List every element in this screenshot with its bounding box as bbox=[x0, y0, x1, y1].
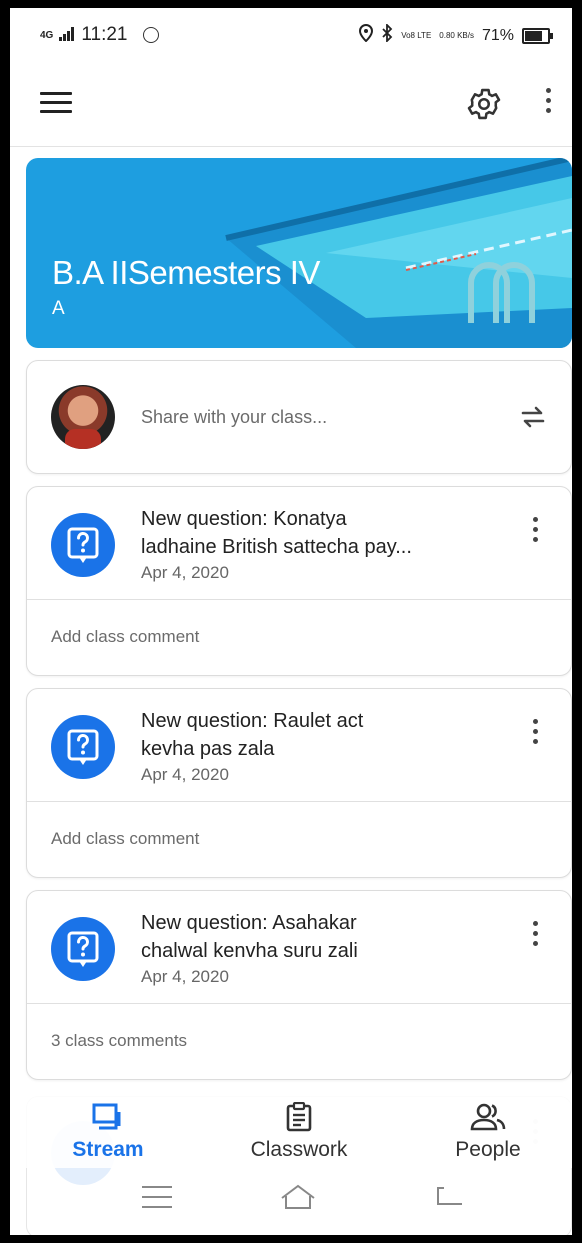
people-icon bbox=[470, 1103, 506, 1131]
share-input[interactable]: Share with your class... bbox=[141, 407, 327, 428]
post-more-icon[interactable] bbox=[525, 517, 545, 551]
post-card: New question: Konatya ladhaine British s… bbox=[26, 486, 572, 676]
battery-fill bbox=[525, 30, 543, 41]
menu-icon[interactable] bbox=[40, 92, 72, 116]
post-title-line2: kevha pas zala bbox=[141, 738, 275, 760]
add-comment-link[interactable]: Add class comment bbox=[51, 627, 199, 647]
home-icon[interactable] bbox=[278, 1182, 318, 1217]
nav-people[interactable]: People bbox=[450, 1090, 526, 1168]
post-date: Apr 4, 2020 bbox=[141, 563, 229, 582]
bluetooth-icon bbox=[381, 22, 393, 47]
status-time: 11:21 bbox=[81, 24, 128, 45]
question-icon bbox=[51, 513, 115, 577]
repost-icon[interactable] bbox=[517, 401, 549, 433]
post-title: New question: Konatya ladhaine British s… bbox=[141, 505, 501, 561]
post-title-line1: New question: Asahakar bbox=[141, 912, 357, 934]
status-bar: 4G 11:21 Vo8 LTE 0.80 KB/s 71% bbox=[10, 8, 572, 60]
post-title: New question: Raulet act kevha pas zala bbox=[141, 707, 501, 763]
card-divider bbox=[27, 1003, 571, 1004]
post-more-icon[interactable] bbox=[525, 719, 545, 753]
post-header[interactable]: New question: Konatya ladhaine British s… bbox=[27, 487, 571, 599]
class-banner[interactable]: B.A IISemesters IV A bbox=[26, 158, 572, 348]
status-left: 4G 11:21 bbox=[40, 24, 160, 46]
question-icon bbox=[51, 715, 115, 779]
settings-icon[interactable] bbox=[465, 85, 503, 123]
class-comments-link[interactable]: 3 class comments bbox=[51, 1031, 187, 1051]
post-header[interactable]: New question: Asahakar chalwal kenvha su… bbox=[27, 891, 571, 1003]
nav-stream[interactable]: Stream bbox=[66, 1090, 150, 1168]
post-title-line2: ladhaine British sattecha pay... bbox=[141, 536, 412, 558]
battery-icon bbox=[522, 27, 553, 44]
post-date: Apr 4, 2020 bbox=[141, 765, 229, 784]
status-right: Vo8 LTE 0.80 KB/s 71% bbox=[359, 22, 553, 47]
nav-classwork[interactable]: Classwork bbox=[240, 1090, 358, 1168]
app-bar bbox=[10, 70, 572, 140]
classwork-icon bbox=[286, 1102, 312, 1132]
post-more-icon[interactable] bbox=[525, 921, 545, 955]
post-header[interactable]: New question: Raulet act kevha pas zala … bbox=[27, 689, 571, 801]
whatsapp-icon bbox=[143, 27, 160, 43]
class-section: A bbox=[52, 298, 65, 319]
post-title-line1: New question: Konatya bbox=[141, 508, 347, 530]
volte-indicator: Vo8 LTE bbox=[401, 30, 432, 40]
nav-classwork-label: Classwork bbox=[250, 1138, 348, 1161]
back-icon[interactable] bbox=[434, 1184, 466, 1215]
network-speed: 0.80 KB/s bbox=[439, 30, 474, 40]
signal-icon bbox=[59, 25, 75, 46]
location-icon bbox=[359, 23, 374, 47]
network-indicator: 4G bbox=[40, 29, 54, 41]
add-comment-link[interactable]: Add class comment bbox=[51, 829, 199, 849]
post-title-line1: New question: Raulet act bbox=[141, 710, 364, 732]
recent-apps-icon[interactable] bbox=[142, 1186, 172, 1210]
app-bar-divider bbox=[10, 146, 572, 147]
post-card: New question: Asahakar chalwal kenvha su… bbox=[26, 890, 572, 1080]
avatar bbox=[51, 385, 115, 449]
system-nav-bar bbox=[10, 1178, 572, 1235]
phone-screen: 4G 11:21 Vo8 LTE 0.80 KB/s 71% B.A IISem… bbox=[10, 8, 572, 1235]
question-icon bbox=[51, 917, 115, 981]
battery-percent: 71% bbox=[481, 26, 514, 44]
post-date: Apr 4, 2020 bbox=[141, 967, 229, 986]
post-card: New question: Raulet act kevha pas zala … bbox=[26, 688, 572, 878]
nav-people-label: People bbox=[455, 1138, 521, 1161]
post-title: New question: Asahakar chalwal kenvha su… bbox=[141, 909, 501, 965]
card-divider bbox=[27, 801, 571, 802]
post-title-line2: chalwal kenvha suru zali bbox=[141, 940, 358, 962]
more-vert-icon[interactable] bbox=[538, 88, 558, 122]
class-title: B.A IISemesters IV bbox=[52, 254, 320, 291]
card-divider bbox=[27, 599, 571, 600]
share-box[interactable]: Share with your class... bbox=[26, 360, 572, 474]
bottom-nav: Stream Classwork People bbox=[10, 1090, 572, 1168]
nav-stream-label: Stream bbox=[72, 1138, 144, 1161]
pool-illustration bbox=[225, 158, 572, 348]
stream-icon bbox=[92, 1103, 121, 1130]
